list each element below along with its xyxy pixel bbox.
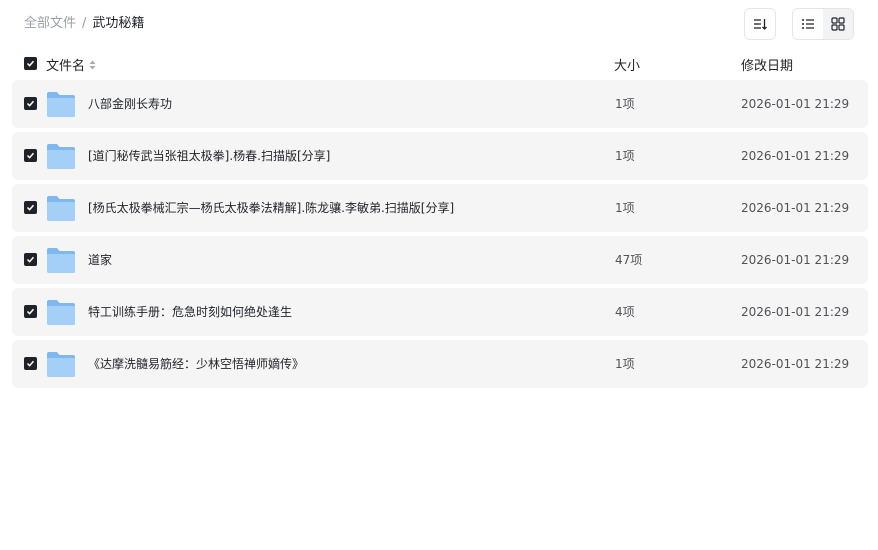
- row-checkbox[interactable]: [24, 97, 37, 110]
- checkmark-icon: [26, 204, 35, 211]
- table-row[interactable]: 《达摩洗髓易筋经：少林空悟禅师嫡传》 1项 2026-01-01 21:29: [12, 340, 868, 388]
- row-checkbox[interactable]: [24, 149, 37, 162]
- folder-icon: [47, 248, 75, 273]
- row-checkbox[interactable]: [24, 305, 37, 318]
- column-header-name[interactable]: 文件名: [46, 55, 96, 74]
- table-row[interactable]: 八部金刚长寿功 1项 2026-01-01 21:29: [12, 80, 868, 128]
- folder-icon: [47, 144, 75, 169]
- view-toggle: [792, 8, 854, 40]
- top-bar: 全部文件 / 武功秘籍: [0, 0, 878, 48]
- breadcrumb-separator: /: [82, 16, 87, 31]
- grid-view-button[interactable]: [823, 9, 853, 39]
- file-date: 2026-01-01 21:29: [741, 357, 850, 371]
- row-checkbox[interactable]: [24, 253, 37, 266]
- file-size: 1项: [615, 97, 635, 111]
- file-name[interactable]: 八部金刚长寿功: [88, 95, 172, 113]
- file-date: 2026-01-01 21:29: [741, 149, 850, 163]
- table-row[interactable]: [道门秘传武当张祖太极拳].杨春.扫描版[分享] 1项 2026-01-01 2…: [12, 132, 868, 180]
- file-name[interactable]: [道门秘传武当张祖太极拳].杨春.扫描版[分享]: [88, 147, 330, 165]
- table-row[interactable]: 特工训练手册：危急时刻如何绝处逢生 4项 2026-01-01 21:29: [12, 288, 868, 336]
- table-row[interactable]: 道家 47项 2026-01-01 21:29: [12, 236, 868, 284]
- folder-icon: [47, 196, 75, 221]
- list-view-button[interactable]: [793, 9, 823, 39]
- folder-icon: [47, 92, 75, 117]
- file-list: 八部金刚长寿功 1项 2026-01-01 21:29 [道门秘传武当张祖太极拳…: [12, 80, 868, 392]
- file-size: 1项: [615, 357, 635, 371]
- file-name[interactable]: [杨氏太极拳械汇宗—杨氏太极拳法精解].陈龙骧.李敏弟.扫描版[分享]: [88, 199, 454, 217]
- list-view-icon: [802, 19, 814, 29]
- row-checkbox[interactable]: [24, 201, 37, 214]
- table-row[interactable]: [杨氏太极拳械汇宗—杨氏太极拳法精解].陈龙骧.李敏弟.扫描版[分享] 1项 2…: [12, 184, 868, 232]
- file-date: 2026-01-01 21:29: [741, 253, 850, 267]
- file-date: 2026-01-01 21:29: [741, 97, 850, 111]
- breadcrumb-current: 武功秘籍: [92, 16, 145, 31]
- sort-button[interactable]: [744, 8, 776, 40]
- grid-view-icon: [831, 17, 845, 31]
- checkmark-icon: [26, 360, 35, 367]
- file-name[interactable]: 特工训练手册：危急时刻如何绝处逢生: [88, 303, 292, 321]
- column-header-name-label: 文件名: [46, 59, 86, 74]
- folder-icon: [47, 300, 75, 325]
- row-checkbox[interactable]: [24, 357, 37, 370]
- breadcrumb: 全部文件 / 武功秘籍: [24, 15, 144, 33]
- breadcrumb-root-link[interactable]: 全部文件: [24, 15, 76, 33]
- column-header-size[interactable]: 大小: [614, 55, 640, 74]
- checkmark-icon: [26, 100, 35, 107]
- folder-icon: [47, 352, 75, 377]
- file-date: 2026-01-01 21:29: [741, 201, 850, 215]
- file-size: 47项: [615, 253, 643, 267]
- checkmark-icon: [26, 308, 35, 315]
- sort-icon: [754, 19, 767, 30]
- file-size: 1项: [615, 149, 635, 163]
- column-header-date[interactable]: 修改日期: [741, 55, 793, 74]
- file-name[interactable]: 道家: [88, 251, 112, 269]
- file-size: 1项: [615, 201, 635, 215]
- checkmark-icon: [26, 60, 35, 67]
- checkmark-icon: [26, 256, 35, 263]
- checkmark-icon: [26, 152, 35, 159]
- table-header: 文件名 大小 修改日期: [12, 52, 868, 76]
- file-name[interactable]: 《达摩洗髓易筋经：少林空悟禅师嫡传》: [88, 355, 304, 373]
- sort-caret-icon: [89, 59, 96, 71]
- file-date: 2026-01-01 21:29: [741, 305, 850, 319]
- select-all-checkbox[interactable]: [24, 57, 37, 70]
- file-size: 4项: [615, 305, 635, 319]
